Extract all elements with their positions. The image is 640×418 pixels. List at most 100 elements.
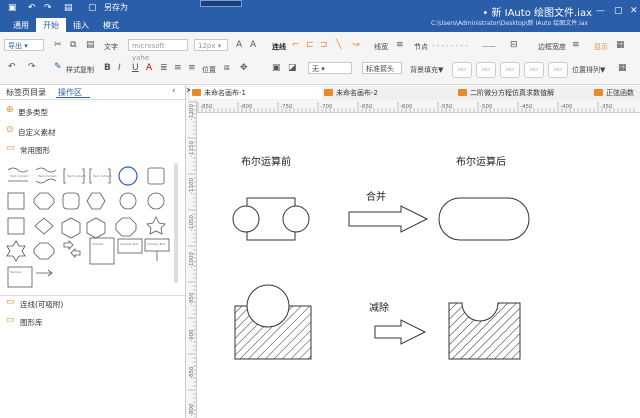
arrow-select[interactable]: 标准箭头 <box>362 62 402 74</box>
display-label[interactable]: 显示 <box>594 42 608 52</box>
save-as-button[interactable]: 另存为 <box>104 2 128 13</box>
position-label[interactable]: 位置 <box>202 65 216 75</box>
italic-button[interactable]: I <box>118 63 121 73</box>
rounded-rect-shape[interactable] <box>62 192 80 210</box>
star-shape[interactable] <box>146 216 166 235</box>
style-chip-1[interactable]: abc <box>452 62 472 78</box>
style-chip-2[interactable]: abc <box>476 62 496 78</box>
open-file-icon[interactable]: ▢ <box>88 3 97 13</box>
bold-button[interactable]: B <box>104 63 111 73</box>
connector-line-icon[interactable]: ╲ <box>336 40 341 50</box>
connector-bezier-icon[interactable]: ↝ <box>352 40 360 50</box>
subtract-result-shape[interactable] <box>448 302 521 360</box>
undo-icon[interactable]: ↶ <box>8 62 16 72</box>
minimize-icon[interactable]: — <box>596 6 605 16</box>
custom-material-item[interactable]: 自定义素材 <box>18 127 56 138</box>
maximize-icon[interactable]: ▢ <box>614 6 623 16</box>
ruler-label: -1000 <box>189 252 195 268</box>
shrink-font-icon[interactable]: A <box>250 40 256 50</box>
merge-arrow-shape[interactable] <box>348 205 429 233</box>
cut-icon[interactable]: ✂ <box>54 40 62 50</box>
save-icon[interactable]: ▣ <box>8 3 17 13</box>
octagon-shape-2[interactable] <box>115 217 137 237</box>
font-color-button[interactable]: A <box>146 63 152 73</box>
align-left-icon[interactable]: ≡ <box>174 63 182 73</box>
layer-icon[interactable]: ⧈ <box>224 63 230 73</box>
background-fill-label[interactable]: 背景填充▼ <box>410 65 443 75</box>
line-style-icon[interactable]: ≡ <box>396 40 404 50</box>
tab-canvas-1[interactable]: 未命名画布-1 <box>190 87 322 99</box>
shape-library-folder[interactable]: 图形库 <box>20 317 43 328</box>
hexagon-vertical-shape[interactable] <box>61 217 81 239</box>
union-right-circle-shape[interactable] <box>282 205 310 233</box>
double-arrow-shape[interactable] <box>63 240 81 258</box>
hexagram-shape[interactable] <box>6 240 26 262</box>
copy-icon[interactable]: ⧉ <box>70 40 76 50</box>
dash-style-icon[interactable]: - - - - - - - - <box>432 42 468 50</box>
font-size-select[interactable]: 12px ▾ <box>194 39 228 51</box>
fill-icon[interactable]: ▣ <box>272 63 281 73</box>
subtract-arrow-shape[interactable] <box>374 319 427 345</box>
connector-straight-icon[interactable]: ⌐ <box>292 40 300 50</box>
export-button[interactable]: 导出 ▾ <box>4 39 44 51</box>
shape-palette[interactable]: Text content Text content Text content T… <box>4 165 176 290</box>
connector-elbow-icon[interactable]: ⊏ <box>306 40 314 50</box>
collapse-panel-icon[interactable]: ‹ <box>172 86 176 96</box>
style-chip-4[interactable]: abc <box>524 62 544 78</box>
border-icon[interactable]: ≡ <box>572 40 580 50</box>
circle-small-shape[interactable] <box>119 192 137 210</box>
gradient-icon[interactable]: ◪ <box>288 63 297 73</box>
paste-icon[interactable]: ▤ <box>86 40 95 50</box>
color-swatch-icon[interactable]: ▦ <box>616 40 625 50</box>
subtract-circle-shape[interactable] <box>246 284 290 328</box>
underline-button[interactable]: U <box>132 63 139 73</box>
close-icon[interactable]: ✕ <box>630 6 638 16</box>
format-painter-label[interactable]: 样式复制 <box>66 65 94 75</box>
align-icon[interactable]: ≣ <box>160 63 168 73</box>
arrange-label[interactable]: 位置排列▼ <box>572 65 605 75</box>
redo-icon[interactable]: ↷ <box>28 62 36 72</box>
grow-font-icon[interactable]: A <box>236 40 242 50</box>
arrow-line-shape[interactable] <box>36 269 53 277</box>
union-left-circle-shape[interactable] <box>232 205 260 233</box>
tab-sine-function[interactable]: 正弦函数 <box>592 87 640 99</box>
tab-ode-simulation[interactable]: 二阶微分方程仿真求数值解 <box>456 87 590 99</box>
union-result-shape[interactable] <box>438 197 530 241</box>
menu-mode[interactable]: 模式 <box>96 18 126 33</box>
format-painter-icon[interactable]: ✎ <box>54 62 62 72</box>
more-types-item[interactable]: 更多类型 <box>18 107 48 118</box>
menu-start[interactable]: 开始 <box>36 18 66 33</box>
tab-canvas-2[interactable]: 未命名画布-2 <box>322 87 454 99</box>
square-shape-2[interactable] <box>7 217 25 235</box>
palette-scrollbar[interactable] <box>174 163 178 283</box>
connector-curve-icon[interactable]: ⊐ <box>320 40 328 50</box>
tab-directory[interactable]: 标签页目录 <box>6 87 46 98</box>
drawing-canvas[interactable]: 布尔运算前 布尔运算后 合并 减除 <box>197 113 640 418</box>
undo-icon[interactable]: ↶ <box>28 3 36 13</box>
font-family-select[interactable]: microsoft yahe <box>128 39 188 62</box>
line-end-icon[interactable]: ⊟ <box>510 40 518 50</box>
menu-general[interactable]: 通用 <box>6 18 36 33</box>
new-file-icon[interactable]: ▤ <box>64 3 73 13</box>
style-chip-5[interactable]: abc <box>548 62 568 78</box>
circle-outline-shape[interactable] <box>147 192 165 210</box>
move-icon[interactable]: ✥ <box>240 63 248 73</box>
rounded-square-shape[interactable] <box>147 167 165 185</box>
redo-icon[interactable]: ↷ <box>44 3 52 13</box>
style-chip-3[interactable]: abc <box>500 62 520 78</box>
octagon-shape-3[interactable] <box>33 242 55 260</box>
circle-shape[interactable] <box>118 166 138 186</box>
menu-insert[interactable]: 插入 <box>66 18 96 33</box>
diagram-shapes[interactable] <box>197 113 640 418</box>
square-shape[interactable] <box>7 192 25 210</box>
solid-style-icon[interactable]: —— <box>482 42 496 50</box>
line-pattern-select[interactable]: 无 ▾ <box>308 62 352 74</box>
connectors-folder[interactable]: 连线(可吸附) <box>20 299 63 310</box>
align-right-icon[interactable]: ≡ <box>188 63 196 73</box>
hexagon-shape[interactable] <box>86 192 106 210</box>
octagon-shape[interactable] <box>33 192 55 210</box>
pentagon-shape[interactable] <box>86 217 106 239</box>
diamond-shape[interactable] <box>34 217 54 235</box>
common-shapes-folder[interactable]: 常用图形 <box>20 145 50 156</box>
grid-icon[interactable]: ▦ <box>618 63 627 73</box>
